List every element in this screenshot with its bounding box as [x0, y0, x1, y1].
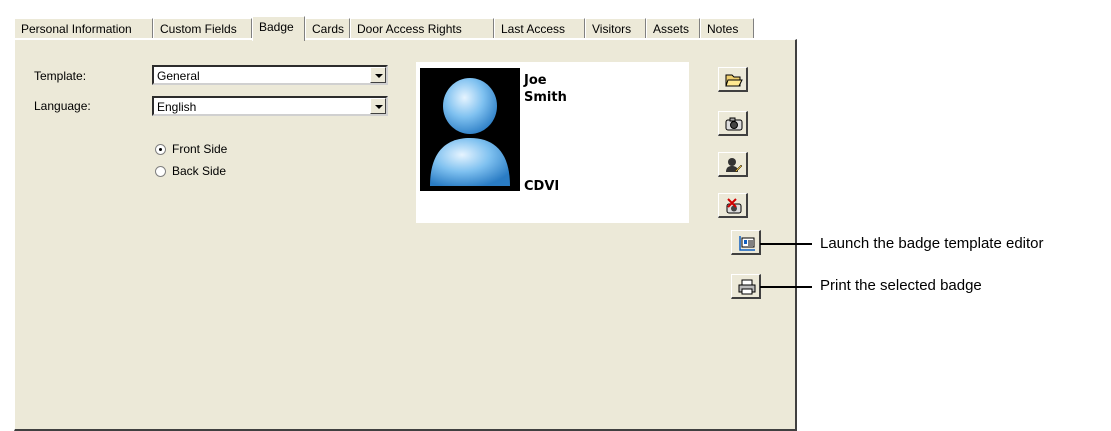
- tab-strip: Personal Information Custom Fields Badge…: [14, 16, 796, 41]
- chevron-down-icon[interactable]: [370, 98, 386, 114]
- language-value: English: [157, 100, 197, 114]
- chevron-down-icon[interactable]: [370, 67, 386, 83]
- tab-custom-fields[interactable]: Custom Fields: [153, 18, 252, 38]
- person-photo: [420, 68, 520, 191]
- delete-photo-button[interactable]: [718, 193, 748, 218]
- tab-personal-information[interactable]: Personal Information: [14, 18, 153, 38]
- signature-icon: [726, 158, 743, 173]
- badge-panel: Template: General Language: English Fron…: [14, 39, 797, 431]
- language-select[interactable]: English: [152, 96, 388, 116]
- badge-preview: Joe Smith CDVI: [416, 62, 689, 223]
- callout-line-template-editor: [760, 243, 812, 245]
- template-label: Template:: [34, 69, 87, 83]
- tab-badge[interactable]: Badge: [252, 16, 305, 41]
- language-label: Language:: [34, 99, 91, 113]
- camera-icon: [725, 117, 743, 131]
- open-folder-icon: [725, 74, 743, 87]
- signature-button[interactable]: [718, 152, 748, 177]
- front-side-label: Front Side: [172, 142, 228, 156]
- load-photo-button[interactable]: [718, 67, 748, 92]
- tab-last-access[interactable]: Last Access: [494, 18, 585, 38]
- badge-first-name: Joe: [524, 73, 547, 88]
- callout-template-editor: Launch the badge template editor: [820, 235, 1044, 252]
- printer-icon: [738, 279, 756, 295]
- print-badge-button[interactable]: [731, 274, 761, 299]
- tab-visitors[interactable]: Visitors: [585, 18, 646, 38]
- tab-assets[interactable]: Assets: [646, 18, 700, 38]
- badge-template-editor-icon: [739, 236, 755, 251]
- tab-notes[interactable]: Notes: [700, 18, 754, 38]
- template-select[interactable]: General: [152, 65, 388, 85]
- capture-photo-button[interactable]: [718, 111, 748, 136]
- badge-template-editor-button[interactable]: [731, 230, 761, 255]
- tab-door-access-rights[interactable]: Door Access Rights: [350, 18, 494, 38]
- back-side-label: Back Side: [172, 164, 227, 178]
- badge-last-name: Smith: [524, 90, 567, 105]
- template-value: General: [157, 69, 200, 83]
- callout-line-print: [760, 286, 812, 288]
- delete-photo-icon: [726, 198, 742, 214]
- back-side-radio[interactable]: [155, 166, 166, 177]
- tab-cards[interactable]: Cards: [305, 18, 350, 38]
- front-side-radio[interactable]: [155, 144, 166, 155]
- badge-company: CDVI: [524, 179, 560, 194]
- callout-print: Print the selected badge: [820, 277, 982, 294]
